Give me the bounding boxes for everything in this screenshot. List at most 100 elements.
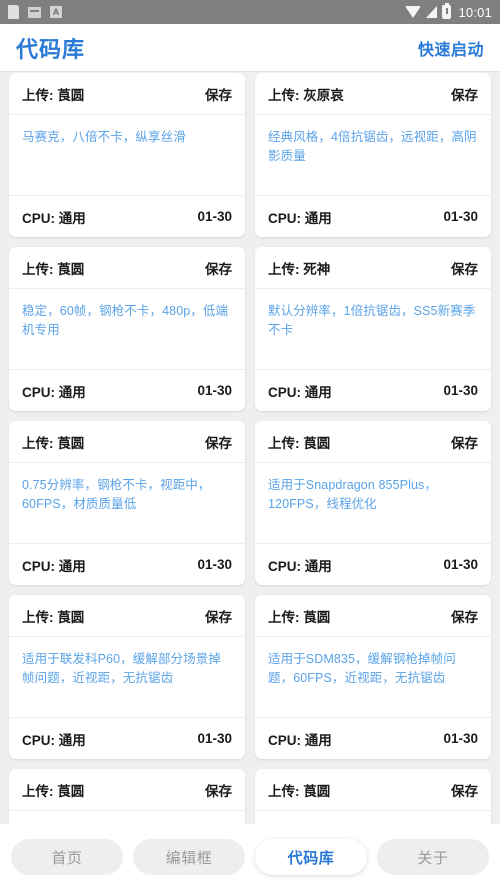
card-uploader-label: 上传: 死神 — [268, 261, 331, 277]
card-uploader-label: 上传: 莨圆 — [268, 609, 331, 625]
save-button[interactable]: 保存 — [451, 258, 478, 278]
status-bar-left-icons: A — [8, 5, 405, 19]
sim-card-icon — [28, 6, 41, 18]
card-description: 适用于SDM835，缓解钢枪掉帧问题，60FPS，近视距，无抗锯齿 — [268, 652, 456, 685]
code-card-body: 适用于Snapdragon 855Plus，120FPS，线程优化 — [255, 463, 491, 543]
code-card-body: 适用于联发科P60，缓解部分场景掉帧问题，近视距，无抗锯齿 — [9, 637, 245, 717]
code-card-header: 上传: 莨圆 保存 — [255, 595, 491, 637]
card-cpu-label: CPU: 通用 — [268, 210, 332, 226]
code-card-body: 默认分辨率，1倍抗锯齿，SS5新赛季不卡 — [255, 289, 491, 369]
card-date-label: 01-30 — [197, 209, 232, 224]
code-card[interactable]: 上传: 莨圆 保存马赛克，八倍不卡，纵享丝滑 CPU: 通用 01-30 — [9, 73, 245, 237]
code-card-header: 上传: 莨圆 保存 — [255, 769, 491, 811]
code-card-body: 稳定，60帧，钢枪不卡，480p，低端机专用 — [9, 289, 245, 369]
card-cpu-label: CPU: 通用 — [268, 732, 332, 748]
status-bar: A 10:01 — [0, 0, 500, 24]
a-letter-icon: A — [50, 6, 62, 18]
card-cpu-label: CPU: 通用 — [22, 732, 86, 748]
nav-tab-0[interactable]: 首页 — [11, 839, 123, 875]
card-description: 经典风格，4倍抗锯齿，远视距，高阴影质量 — [268, 130, 477, 163]
card-date-label: 01-30 — [197, 731, 232, 746]
card-uploader-label: 上传: 莨圆 — [22, 435, 85, 451]
nav-tab-label: 关于 — [417, 849, 449, 867]
code-card-header: 上传: 莨圆 保存 — [9, 73, 245, 115]
code-card[interactable]: 上传: 莨圆 保存适用于联发科P60，缓解部分场景掉帧问题，近视距，无抗锯齿 CPU… — [9, 595, 245, 759]
code-card-header: 上传: 莨圆 保存 — [9, 769, 245, 811]
save-button[interactable]: 保存 — [451, 84, 478, 104]
code-card-footer: CPU: 通用 01-30 — [255, 369, 491, 411]
code-card-footer: CPU: 通用 01-30 — [9, 195, 245, 237]
nav-tab-1[interactable]: 编辑框 — [133, 839, 245, 875]
nav-tab-label: 代码库 — [287, 849, 335, 867]
nav-tab-label: 首页 — [51, 849, 83, 867]
code-card-body: 0.75分辨率，钢枪不卡，视距中，60FPS，材质质量低 — [9, 463, 245, 543]
card-description: 马赛克，八倍不卡，纵享丝滑 — [22, 130, 186, 144]
signal-icon — [426, 6, 438, 18]
card-uploader-label: 上传: 莨圆 — [268, 435, 331, 451]
code-card-footer: CPU: 通用 01-30 — [255, 195, 491, 237]
code-library-scroll-area[interactable]: 上传: 莨圆 保存 马赛克，八倍不卡，纵享丝滑 CPU: 通用 01-30 上传: 灰原哀… — [0, 73, 500, 890]
save-button[interactable]: 保存 — [205, 780, 232, 800]
code-card-body: 经典风格，4倍抗锯齿，远视距，高阴影质量 — [255, 115, 491, 195]
card-uploader-label: 上传: 莨圆 — [268, 783, 331, 799]
code-card-header: 上传: 灰原哀 保存 — [255, 73, 491, 115]
card-description: 0.75分辨率，钢枪不卡，视距中，60FPS，材质质量低 — [22, 478, 211, 511]
code-card[interactable]: 上传: 莨圆 保存适用于SDM835，缓解钢枪掉帧问题，60FPS，近视距，无抗锯… — [255, 595, 491, 759]
card-description: 稳定，60帧，钢枪不卡，480p，低端机专用 — [22, 304, 229, 337]
code-card-header: 上传: 莨圆 保存 — [9, 247, 245, 289]
code-card-header: 上传: 莨圆 保存 — [255, 421, 491, 463]
code-card-header: 上传: 莨圆 保存 — [9, 421, 245, 463]
card-date-label: 01-30 — [443, 209, 478, 224]
card-uploader-label: 上传: 莨圆 — [22, 87, 85, 103]
code-card-footer: CPU: 通用 01-30 — [9, 543, 245, 585]
card-date-label: 01-30 — [443, 731, 478, 746]
code-card[interactable]: 上传: 莨圆 保存 0.75分辨率，钢枪不卡，视距中，60FPS，材质质量低 CPU:… — [9, 421, 245, 585]
card-uploader-label: 上传: 莨圆 — [22, 609, 85, 625]
code-card-body: 适用于SDM835，缓解钢枪掉帧问题，60FPS，近视距，无抗锯齿 — [255, 637, 491, 717]
card-uploader-label: 上传: 莨圆 — [22, 783, 85, 799]
nav-tab-2[interactable]: 代码库 — [255, 839, 367, 875]
page-title: 代码库 — [16, 36, 86, 62]
code-card[interactable]: 上传: 灰原哀 保存经典风格，4倍抗锯齿，远视距，高阴影质量 CPU: 通用 01-3… — [255, 73, 491, 237]
card-cpu-label: CPU: 通用 — [22, 384, 86, 400]
save-button[interactable]: 保存 — [451, 432, 478, 452]
code-card-footer: CPU: 通用 01-30 — [255, 543, 491, 585]
card-cpu-label: CPU: 通用 — [22, 558, 86, 574]
save-button[interactable]: 保存 — [451, 780, 478, 800]
card-description: 适用于联发科P60，缓解部分场景掉帧问题，近视距，无抗锯齿 — [22, 652, 221, 685]
code-card-footer: CPU: 通用 01-30 — [255, 717, 491, 759]
app-header: 代码库 快速启动 — [0, 24, 500, 72]
save-button[interactable]: 保存 — [451, 606, 478, 626]
bottom-navigation-bar: 首页 编辑框 代码库 关于 — [0, 824, 500, 890]
save-button[interactable]: 保存 — [205, 432, 232, 452]
card-cpu-label: CPU: 通用 — [268, 384, 332, 400]
nav-tab-label: 编辑框 — [165, 849, 213, 867]
card-description: 默认分辨率，1倍抗锯齿，SS5新赛季不卡 — [268, 304, 476, 337]
card-date-label: 01-30 — [197, 383, 232, 398]
code-card[interactable]: 上传: 莨圆 保存稳定，60帧，钢枪不卡，480p，低端机专用 CPU: 通用 01-… — [9, 247, 245, 411]
status-bar-right-icons: 10:01 — [405, 3, 492, 20]
card-cpu-label: CPU: 通用 — [22, 210, 86, 226]
code-card[interactable]: 上传: 死神 保存默认分辨率，1倍抗锯齿，SS5新赛季不卡 CPU: 通用 01-30 — [255, 247, 491, 411]
code-card[interactable]: 上传: 莨圆 保存适用于Snapdragon 855Plus，120FPS，线程优… — [255, 421, 491, 585]
code-card-header: 上传: 死神 保存 — [255, 247, 491, 289]
battery-icon — [442, 3, 452, 19]
save-button[interactable]: 保存 — [205, 606, 232, 626]
card-uploader-label: 上传: 莨圆 — [22, 261, 85, 277]
card-cpu-label: CPU: 通用 — [268, 558, 332, 574]
save-button[interactable]: 保存 — [205, 84, 232, 104]
status-bar-clock: 10:01 — [458, 4, 492, 20]
save-button[interactable]: 保存 — [205, 258, 232, 278]
quick-start-button[interactable]: 快速启动 — [418, 36, 484, 60]
card-date-label: 01-30 — [197, 557, 232, 572]
wifi-icon — [405, 6, 422, 18]
code-card-header: 上传: 莨圆 保存 — [9, 595, 245, 637]
code-card-body: 马赛克，八倍不卡，纵享丝滑 — [9, 115, 245, 195]
card-uploader-label: 上传: 灰原哀 — [268, 87, 344, 103]
card-description: 适用于Snapdragon 855Plus，120FPS，线程优化 — [268, 478, 437, 511]
code-card-footer: CPU: 通用 01-30 — [9, 717, 245, 759]
nav-tab-3[interactable]: 关于 — [377, 839, 489, 875]
code-card-footer: CPU: 通用 01-30 — [9, 369, 245, 411]
code-card-grid: 上传: 莨圆 保存 马赛克，八倍不卡，纵享丝滑 CPU: 通用 01-30 上传: 灰原哀… — [0, 73, 500, 890]
card-date-label: 01-30 — [443, 557, 478, 572]
